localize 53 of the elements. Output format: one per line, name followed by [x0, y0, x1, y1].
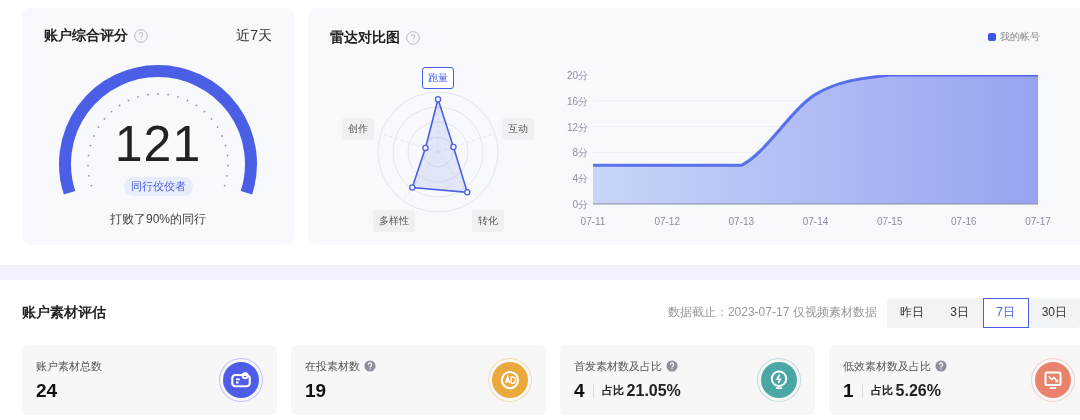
- help-icon[interactable]: [935, 360, 947, 372]
- data-point: [434, 95, 442, 103]
- score-caption: 打败了90%的同行: [110, 211, 206, 228]
- axis-tick-label: 07-11: [580, 216, 606, 227]
- axis-tick-label: 07-13: [728, 216, 755, 227]
- axis-label[interactable]: 互动: [502, 118, 534, 140]
- axis-tick-label: 20分: [566, 70, 588, 81]
- data-point: [450, 143, 457, 151]
- period-tab[interactable]: 7日: [982, 297, 1029, 328]
- data-point: [464, 189, 471, 196]
- score-value: 121: [114, 119, 202, 169]
- axis-tick-label: 07-14: [802, 216, 829, 227]
- axis-tick-label: 07-15: [876, 216, 903, 227]
- data-point: [409, 184, 416, 191]
- stat-label: 低效素材数及占比: [843, 358, 931, 374]
- card-title: 雷达对比图: [330, 29, 400, 47]
- stat-label: 账户素材总数: [36, 358, 102, 374]
- ratio-value: 21.05%: [626, 381, 681, 400]
- period-tab[interactable]: 昨日: [886, 297, 937, 328]
- axis-label[interactable]: 多样性: [373, 210, 415, 232]
- axis-tick-label: 8分: [572, 147, 588, 159]
- stat-value: 24: [36, 379, 58, 402]
- stat-label: 在投素材数: [305, 358, 360, 374]
- ratio-label: 占比: [601, 383, 624, 398]
- axis-tick-label: 0分: [572, 199, 588, 210]
- stat-value: 4: [574, 379, 585, 402]
- period-label: 近7天: [236, 27, 272, 45]
- period-tab[interactable]: 30日: [1028, 297, 1080, 328]
- section-title: 账户素材评估: [22, 303, 106, 322]
- axis-label[interactable]: 转化: [472, 210, 504, 232]
- axis-label[interactable]: 创作: [342, 118, 374, 140]
- axis-tick-label: 16分: [566, 95, 588, 107]
- help-icon[interactable]: [134, 29, 148, 43]
- period-tab[interactable]: 3日: [936, 297, 983, 328]
- stat-label: 首发素材数及占比: [574, 358, 662, 374]
- data-note: 数据截止：2023-07-17 仅视频素材数据: [667, 304, 877, 321]
- ratio-value: 5.26%: [895, 381, 941, 400]
- axis-tick-label: 07-16: [951, 216, 977, 227]
- axis-tick-label: 4分: [572, 173, 588, 185]
- axis-tick-label: 07-12: [654, 216, 680, 227]
- ratio-label: 占比: [870, 383, 893, 398]
- legend-label: 我的帐号: [1000, 30, 1040, 44]
- help-icon[interactable]: [406, 31, 420, 45]
- axis-tick-label: 12分: [566, 121, 588, 133]
- rank-badge: 同行佼佼者: [123, 177, 193, 196]
- card-title: 账户综合评分: [44, 27, 128, 45]
- data-point: [422, 144, 429, 152]
- axis-label[interactable]: 跑量: [422, 67, 454, 89]
- axis-tick-label: 07-17: [1025, 216, 1051, 227]
- stat-value: 1: [843, 379, 854, 402]
- stat-value: 19: [305, 379, 327, 402]
- help-icon[interactable]: [364, 360, 376, 372]
- help-icon[interactable]: [666, 360, 678, 372]
